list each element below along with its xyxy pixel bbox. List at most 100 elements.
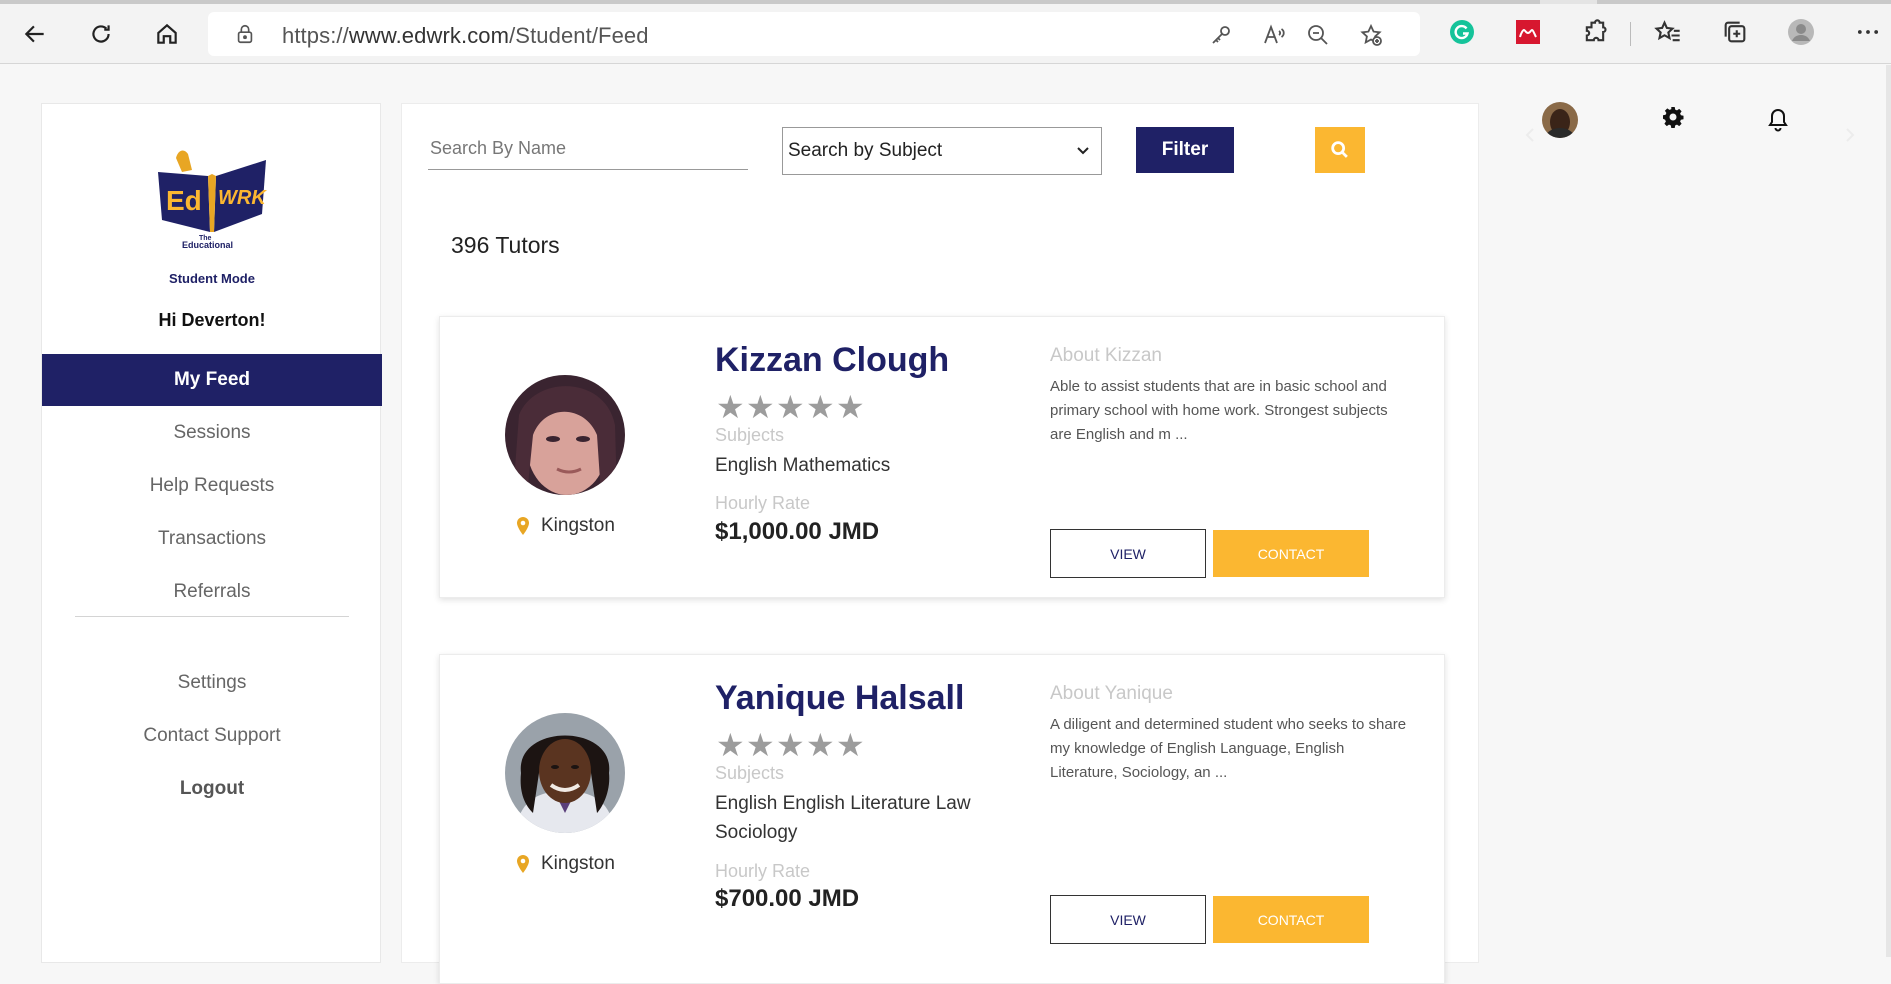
about-title: About Kizzan (1050, 345, 1162, 366)
tutor-avatar (505, 375, 625, 495)
view-button[interactable]: VIEW (1050, 529, 1206, 578)
star-icon: ★ (806, 389, 835, 425)
more-menu-button[interactable] (1853, 17, 1883, 47)
greeting: Hi Deverton! (158, 310, 266, 330)
filter-button[interactable]: Filter (1136, 127, 1234, 173)
subjects-label: Subjects (715, 763, 785, 783)
home-icon (157, 23, 177, 44)
tutor-name[interactable]: Kizzan Clough (715, 341, 949, 380)
subjects-label: Subjects (715, 425, 785, 445)
gear-icon[interactable] (1661, 105, 1685, 129)
location-pin-icon (517, 517, 529, 535)
tutor-about: A diligent and determined student who se… (1050, 716, 1407, 781)
star-icon: ★ (716, 727, 745, 763)
user-avatar[interactable] (1542, 102, 1578, 138)
grammarly-extension[interactable] (1447, 17, 1477, 47)
view-button[interactable]: VIEW (1050, 895, 1206, 944)
chevron-right-icon[interactable] (1840, 125, 1860, 145)
toolbar-separator (1630, 22, 1631, 46)
extensions-button[interactable] (1580, 17, 1610, 47)
contact-button[interactable]: CONTACT (1213, 530, 1369, 577)
sidebar-item-logout[interactable]: Logout (42, 763, 382, 815)
key-button[interactable] (1208, 22, 1234, 48)
puzzle-icon (1585, 19, 1607, 42)
tutor-location: Kingston (515, 515, 655, 537)
star-icon: ★ (746, 727, 775, 763)
mendeley-icon (1516, 20, 1540, 44)
star-plus-icon (1360, 23, 1382, 46)
more-dots-icon (1857, 30, 1879, 34)
search-button[interactable] (1315, 127, 1365, 173)
sidebar-item-transactions[interactable]: Transactions (42, 513, 382, 565)
star-icon: ★ (776, 727, 805, 763)
arrow-left-icon (24, 25, 44, 43)
reload-button[interactable] (81, 14, 121, 54)
sidebar-item-contact-support[interactable]: Contact Support (42, 710, 382, 762)
collections-icon (1724, 21, 1746, 43)
mode-label: Student Mode (169, 271, 255, 286)
search-by-name-input[interactable] (428, 128, 748, 170)
read-aloud-icon (1264, 24, 1285, 44)
profile-icon (1788, 19, 1814, 45)
star-icon: ★ (776, 389, 805, 425)
tutor-rating: ★ ★ ★ ★ ★ (716, 391, 866, 423)
subject-select[interactable]: Search by Subject (782, 127, 1102, 175)
edwrk-logo: Ed WRK The Educational (158, 150, 267, 250)
favorites-list-icon (1654, 20, 1680, 42)
tutor-rate: $1,000.00 JMD (715, 518, 880, 545)
sidebar-item-referrals[interactable]: Referrals (42, 566, 382, 618)
tutor-card: Kingston Yanique Halsall ★ ★ ★ ★ ★ Subjects … (439, 654, 1445, 984)
collections-button[interactable] (1720, 17, 1750, 47)
tutor-subjects: English English Literature Law Sociology (715, 793, 971, 843)
address-bar[interactable]: https://www.edwrk.com/Student/Feed (208, 12, 1420, 56)
tutor-name[interactable]: Yanique Halsall (715, 679, 964, 718)
tab-strip (0, 0, 1891, 4)
key-icon (1212, 26, 1230, 44)
grammarly-icon (1450, 20, 1474, 44)
star-icon: ★ (836, 727, 865, 763)
zoom-out-icon (1308, 25, 1328, 45)
url-text: https://www.edwrk.com/Student/Feed (282, 23, 649, 48)
sidebar: Ed WRK The Educational Student Mode Hi D… (41, 103, 382, 963)
add-favorite-button[interactable] (1358, 22, 1384, 48)
svg-text:Ed: Ed (166, 185, 202, 216)
tutor-rate: $700.00 JMD (715, 885, 860, 912)
sidebar-item-sessions[interactable]: Sessions (42, 407, 382, 459)
location-pin-icon (517, 855, 529, 873)
svg-text:Educational: Educational (182, 240, 233, 250)
zoom-out-button[interactable] (1305, 22, 1331, 48)
star-icon: ★ (806, 727, 835, 763)
page-scrollbar[interactable] (1886, 65, 1891, 957)
sidebar-item-my-feed[interactable]: My Feed (42, 354, 382, 406)
tutor-subjects: English Mathematics (715, 455, 891, 476)
tutor-about: Able to assist students that are in basi… (1050, 378, 1388, 443)
sidebar-divider (75, 616, 349, 617)
read-aloud-button[interactable] (1261, 22, 1287, 48)
profile-button[interactable] (1786, 17, 1816, 47)
contact-button[interactable]: CONTACT (1213, 896, 1369, 943)
chevron-down-icon (1077, 147, 1089, 155)
subject-select-value: Search by Subject (788, 140, 943, 161)
home-button[interactable] (147, 14, 187, 54)
sidebar-item-settings[interactable]: Settings (42, 657, 382, 709)
tutor-location: Kingston (515, 853, 655, 875)
browser-toolbar: https://www.edwrk.com/Student/Feed (0, 0, 1891, 64)
favorites-button[interactable] (1653, 17, 1683, 47)
sidebar-item-help-requests[interactable]: Help Requests (42, 460, 382, 512)
feed-panel: Search by Subject Filter 396 Tutors (401, 103, 1479, 984)
star-icon: ★ (836, 389, 865, 425)
tutor-card: Kingston Kizzan Clough ★ ★ ★ ★ ★ Subjects En… (439, 316, 1445, 598)
mendeley-extension[interactable] (1513, 17, 1543, 47)
svg-text:WRK: WRK (218, 187, 267, 209)
bell-icon[interactable] (1766, 107, 1790, 133)
star-icon: ★ (746, 389, 775, 425)
search-icon (1331, 141, 1348, 158)
chevron-left-icon[interactable] (1520, 125, 1540, 145)
back-button[interactable] (15, 14, 55, 54)
tutor-rating: ★ ★ ★ ★ ★ (716, 729, 866, 761)
tutor-avatar (505, 713, 625, 833)
tutor-count: 396 Tutors (451, 232, 560, 258)
lock-icon (237, 24, 253, 44)
reload-icon (92, 25, 110, 43)
hourly-rate-label: Hourly Rate (715, 861, 811, 881)
